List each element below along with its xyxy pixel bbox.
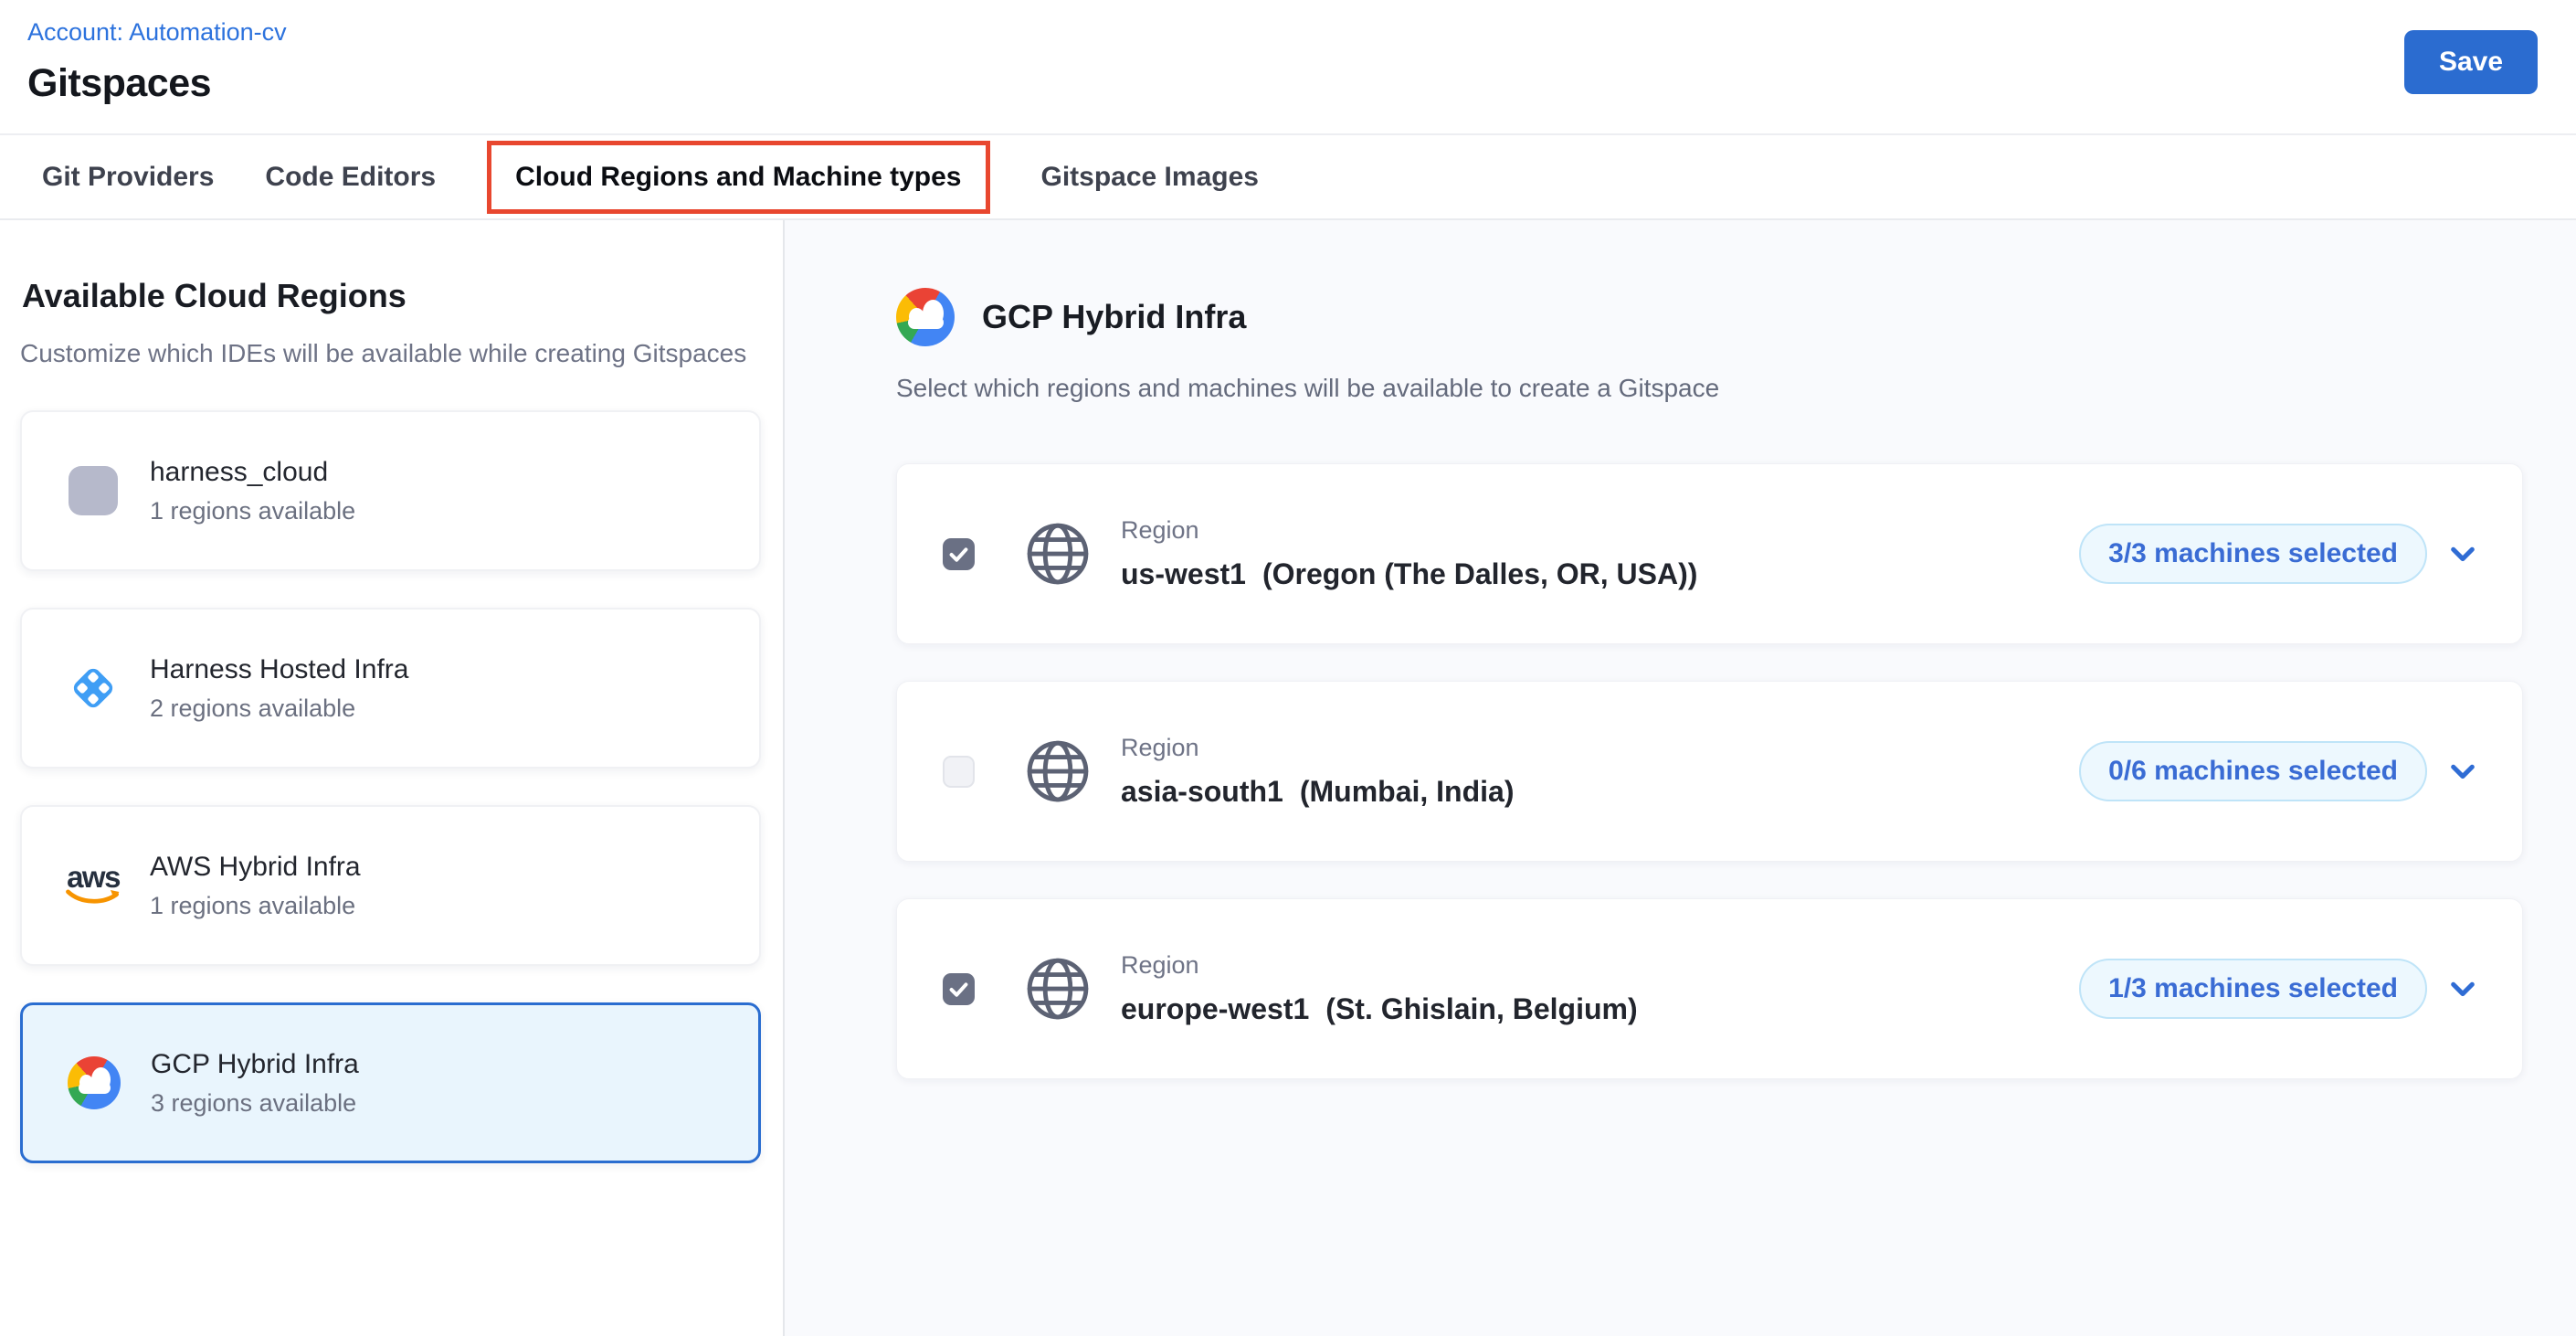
infra-card-gcp-hybrid-selected[interactable]: GCP Hybrid Infra 3 regions available bbox=[20, 1002, 761, 1163]
tab-cloud-regions-and-machine-types[interactable]: Cloud Regions and Machine types bbox=[487, 141, 989, 214]
gray-square-icon bbox=[64, 461, 122, 520]
globe-icon bbox=[1022, 518, 1093, 589]
region-name: us-west1 bbox=[1121, 557, 1246, 591]
region-location: (Oregon (The Dalles, OR, USA)) bbox=[1262, 557, 1697, 591]
sidebar-subheading: Customize which IDEs will be available w… bbox=[20, 339, 761, 368]
region-checkbox[interactable] bbox=[943, 973, 975, 1005]
settings-tab-bar: Git Providers Code Editors Cloud Regions… bbox=[0, 133, 2576, 220]
region-card-europe-west1: Region europe-west1 (St. Ghislain, Belgi… bbox=[896, 898, 2523, 1079]
region-list: Region us-west1 (Oregon (The Dalles, OR,… bbox=[896, 463, 2523, 1079]
save-button[interactable]: Save bbox=[2404, 30, 2538, 94]
cloud-regions-sidebar: Available Cloud Regions Customize which … bbox=[0, 220, 785, 1336]
aws-logo-icon: aws bbox=[64, 856, 122, 915]
region-name: asia-south1 bbox=[1121, 775, 1283, 809]
chevron-down-icon[interactable] bbox=[2445, 971, 2480, 1006]
globe-icon bbox=[1022, 736, 1093, 807]
region-location: (Mumbai, India) bbox=[1300, 775, 1515, 809]
chevron-down-icon[interactable] bbox=[2445, 536, 2480, 571]
infra-name: Harness Hosted Infra bbox=[150, 654, 408, 685]
gcp-logo-icon bbox=[896, 288, 955, 346]
account-breadcrumb-link[interactable]: Account: Automation-cv bbox=[27, 18, 287, 47]
gcp-logo-icon bbox=[65, 1054, 123, 1112]
panel-header: GCP Hybrid Infra bbox=[896, 288, 2576, 346]
region-location: (St. Ghislain, Belgium) bbox=[1325, 992, 1637, 1026]
gcp-regions-panel: GCP Hybrid Infra Select which regions an… bbox=[785, 220, 2576, 1336]
region-checkbox[interactable] bbox=[943, 756, 975, 788]
region-card-asia-south1: Region asia-south1 (Mumbai, India) 0/6 m… bbox=[896, 681, 2523, 862]
globe-icon bbox=[1022, 953, 1093, 1024]
page-title: Gitspaces bbox=[27, 61, 2538, 106]
infra-regions-count: 3 regions available bbox=[151, 1089, 359, 1118]
infra-name: GCP Hybrid Infra bbox=[151, 1049, 359, 1080]
panel-subheading: Select which regions and machines will b… bbox=[896, 374, 2576, 403]
infra-regions-count: 2 regions available bbox=[150, 695, 408, 723]
tab-git-providers[interactable]: Git Providers bbox=[42, 162, 214, 193]
panel-heading: GCP Hybrid Infra bbox=[982, 298, 1246, 336]
harness-logo-icon bbox=[64, 659, 122, 717]
tab-code-editors[interactable]: Code Editors bbox=[265, 162, 436, 193]
page-header: Account: Automation-cv Gitspaces Save bbox=[0, 0, 2576, 133]
machines-selected-badge[interactable]: 3/3 machines selected bbox=[2079, 524, 2427, 584]
region-label: Region bbox=[1121, 734, 1514, 762]
infra-regions-count: 1 regions available bbox=[150, 892, 361, 920]
infra-list: harness_cloud 1 regions available bbox=[20, 410, 761, 1163]
tab-gitspace-images[interactable]: Gitspace Images bbox=[1041, 162, 1259, 193]
sidebar-heading: Available Cloud Regions bbox=[22, 277, 761, 315]
region-card-us-west1: Region us-west1 (Oregon (The Dalles, OR,… bbox=[896, 463, 2523, 644]
infra-name: harness_cloud bbox=[150, 457, 355, 488]
infra-regions-count: 1 regions available bbox=[150, 497, 355, 525]
region-checkbox[interactable] bbox=[943, 538, 975, 570]
region-label: Region bbox=[1121, 516, 1697, 545]
content-split: Available Cloud Regions Customize which … bbox=[0, 220, 2576, 1336]
infra-name: AWS Hybrid Infra bbox=[150, 852, 361, 883]
infra-card-harness-hosted[interactable]: Harness Hosted Infra 2 regions available bbox=[20, 608, 761, 769]
chevron-down-icon[interactable] bbox=[2445, 754, 2480, 789]
region-name: europe-west1 bbox=[1121, 992, 1309, 1026]
gitspaces-settings-page: Account: Automation-cv Gitspaces Save Gi… bbox=[0, 0, 2576, 1336]
machines-selected-badge[interactable]: 0/6 machines selected bbox=[2079, 741, 2427, 801]
infra-card-aws-hybrid[interactable]: aws AWS Hybrid Infra 1 regions available bbox=[20, 805, 761, 966]
machines-selected-badge[interactable]: 1/3 machines selected bbox=[2079, 959, 2427, 1019]
infra-card-harness-cloud[interactable]: harness_cloud 1 regions available bbox=[20, 410, 761, 571]
region-label: Region bbox=[1121, 951, 1638, 980]
